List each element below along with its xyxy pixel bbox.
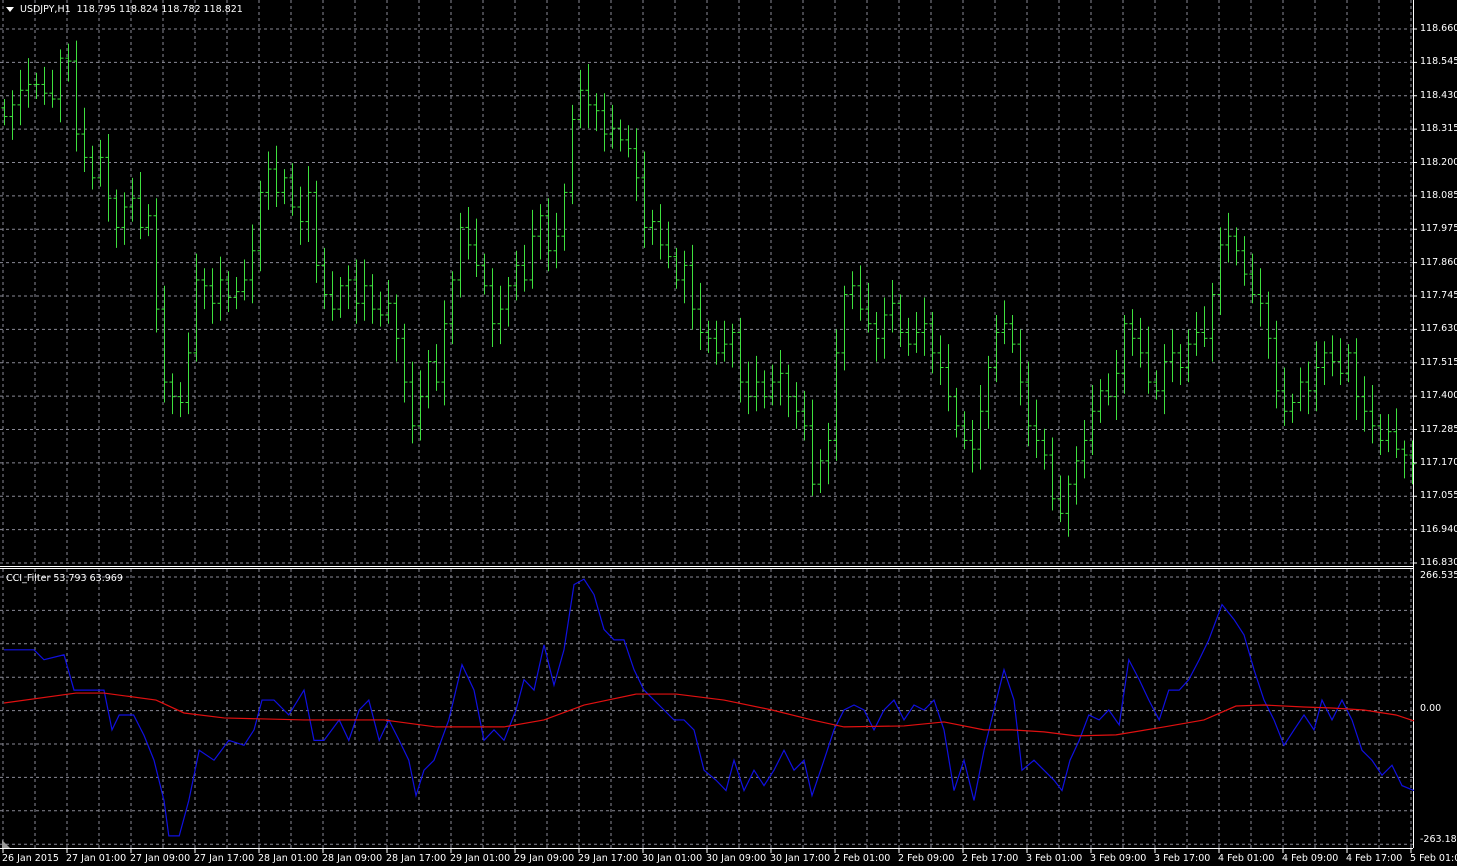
time-axis-label: 4 Feb 09:00	[1282, 853, 1339, 864]
time-axis-label: 27 Jan 17:00	[194, 853, 255, 864]
time-axis-label: 2 Feb 01:00	[834, 853, 891, 864]
time-axis-label: 28 Jan 09:00	[322, 853, 383, 864]
time-axis-label: 30 Jan 17:00	[770, 853, 831, 864]
price-axis-label: 118.085	[1420, 189, 1457, 201]
price-axis-label: 117.170	[1420, 456, 1457, 468]
price-axis-label: 117.285	[1420, 423, 1457, 435]
time-axis-label: 28 Jan 01:00	[258, 853, 319, 864]
price-axis-label: 117.860	[1420, 256, 1457, 268]
price-axis-label: 117.975	[1420, 223, 1457, 235]
time-axis-label: 27 Jan 01:00	[66, 853, 127, 864]
time-axis-label: 5 Feb 01:00	[1410, 853, 1457, 864]
price-axis-label: 116.830	[1420, 557, 1457, 568]
price-axis-label: 117.745	[1420, 290, 1457, 301]
dropdown-triangle-icon[interactable]	[6, 7, 14, 12]
time-axis-label: 28 Jan 17:00	[386, 853, 447, 864]
time-axis-label: 3 Feb 17:00	[1154, 853, 1211, 864]
cci-signal-line	[3, 692, 1415, 737]
symbol-label: USDJPY,H1	[20, 4, 71, 15]
time-axis-label: 29 Jan 01:00	[450, 853, 511, 864]
cci-axis-label: 266.535	[1420, 570, 1457, 582]
cci-axis-label: -263.18	[1420, 833, 1457, 845]
time-axis-label: 3 Feb 01:00	[1026, 853, 1083, 864]
price-axis-label: 118.200	[1420, 156, 1457, 168]
price-axis-label: 116.940	[1420, 523, 1457, 535]
price-axis-label: 118.430	[1420, 89, 1457, 101]
chart-canvas[interactable]	[0, 0, 1457, 866]
price-axis-label: 118.660	[1420, 23, 1457, 34]
time-axis-label: 30 Jan 01:00	[642, 853, 703, 864]
price-axis-label: 117.515	[1420, 356, 1457, 368]
price-axis-label: 118.315	[1420, 123, 1457, 135]
time-axis-label: 2 Feb 09:00	[898, 853, 955, 864]
time-axis-label: 26 Jan 2015	[2, 853, 59, 864]
cci-main-line	[4, 578, 1415, 837]
time-axis-label: 27 Jan 09:00	[130, 853, 191, 864]
price-axis-label: 117.400	[1420, 390, 1457, 402]
price-axis-label: 118.545	[1420, 56, 1457, 68]
time-axis-label: 3 Feb 09:00	[1090, 853, 1147, 864]
time-axis-label: 4 Feb 17:00	[1346, 853, 1403, 864]
price-axis-label: 117.630	[1420, 323, 1457, 335]
time-axis-label: 4 Feb 01:00	[1218, 853, 1275, 864]
time-axis-label: 30 Jan 09:00	[706, 853, 767, 864]
chart-header: USDJPY,H1 118.795 118.824 118.782 118.82…	[6, 4, 243, 15]
cci-axis-label: 0.00	[1420, 703, 1442, 714]
ohlc-readout: 118.795 118.824 118.782 118.821	[76, 4, 243, 15]
time-axis-label: 2 Feb 17:00	[962, 853, 1019, 864]
time-axis-label: 29 Jan 09:00	[514, 853, 575, 864]
price-axis-label: 117.055	[1420, 490, 1457, 502]
time-axis-label: 29 Jan 17:00	[578, 853, 639, 864]
indicator-title: CCI_Filter 53.793 63.969	[6, 573, 123, 584]
